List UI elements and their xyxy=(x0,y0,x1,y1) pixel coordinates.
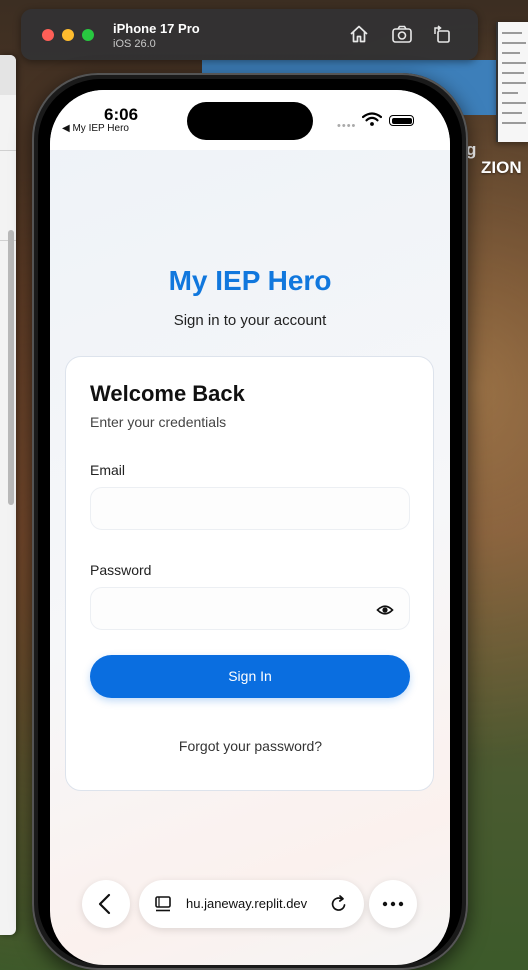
simulator-os-version: iOS 26.0 xyxy=(113,38,156,50)
signal-dots-icon: •••• xyxy=(337,120,357,132)
address-bar[interactable]: hu.janeway.replit.dev xyxy=(139,880,364,928)
doc-line xyxy=(502,62,526,64)
device-screen: 6:06 ◀ My IEP Hero •••• My IEP Hero Sign… xyxy=(50,90,450,965)
app-title: My IEP Hero xyxy=(168,265,332,296)
card-title: Welcome Back xyxy=(90,381,245,406)
dynamic-island xyxy=(187,102,313,140)
more-icon xyxy=(382,901,404,907)
email-label: Email xyxy=(90,462,126,478)
close-window-button[interactable] xyxy=(42,29,54,41)
status-time: 6:06 xyxy=(104,105,139,124)
home-icon[interactable] xyxy=(348,23,370,45)
background-window-titlebar xyxy=(0,55,16,95)
more-button[interactable] xyxy=(369,880,417,928)
password-field[interactable] xyxy=(91,588,385,629)
app-subtitle: Sign in to your account xyxy=(173,312,327,329)
doc-line xyxy=(502,42,526,44)
simulator-toolbar: iPhone 17 Pro iOS 26.0 xyxy=(21,9,478,60)
password-label: Password xyxy=(90,562,152,578)
back-to-app-link[interactable]: ◀ My IEP Hero xyxy=(62,123,129,134)
doc-line xyxy=(502,112,522,114)
status-bar: 6:06 ◀ My IEP Hero •••• xyxy=(50,90,450,150)
doc-line xyxy=(502,32,522,34)
rotate-icon[interactable] xyxy=(431,23,453,45)
doc-line xyxy=(502,102,526,104)
password-field-container xyxy=(90,587,410,630)
tabs-icon[interactable] xyxy=(153,894,173,914)
divider xyxy=(0,150,16,151)
email-field[interactable] xyxy=(91,488,385,529)
url-text: hu.janeway.replit.dev xyxy=(186,896,308,911)
eye-icon[interactable] xyxy=(376,601,394,619)
doc-line xyxy=(502,92,518,94)
email-field-container xyxy=(90,487,410,530)
minimize-window-button[interactable] xyxy=(62,29,74,41)
desktop-document-thumbnail[interactable] xyxy=(496,22,528,142)
background-window-scrollbar[interactable] xyxy=(8,230,14,505)
doc-line xyxy=(502,82,526,84)
back-button[interactable] xyxy=(82,880,130,928)
camera-icon[interactable] xyxy=(391,23,413,45)
desktop-label-zion: ZION xyxy=(481,158,522,177)
background-window[interactable] xyxy=(0,55,16,935)
reload-icon[interactable] xyxy=(329,894,349,914)
login-card: Welcome Back Enter your credentials Emai… xyxy=(65,356,434,791)
sign-in-button[interactable]: Sign In xyxy=(90,655,410,698)
doc-line xyxy=(502,52,520,54)
battery-icon xyxy=(389,115,414,126)
zoom-window-button[interactable] xyxy=(82,29,94,41)
doc-line xyxy=(502,72,524,74)
forgot-password-link[interactable]: Forgot your password? xyxy=(66,738,435,754)
doc-line xyxy=(502,122,526,124)
simulator-device-name: iPhone 17 Pro xyxy=(113,21,200,36)
chevron-left-icon xyxy=(98,893,111,915)
wifi-icon xyxy=(362,112,382,126)
card-subtitle: Enter your credentials xyxy=(90,414,227,430)
